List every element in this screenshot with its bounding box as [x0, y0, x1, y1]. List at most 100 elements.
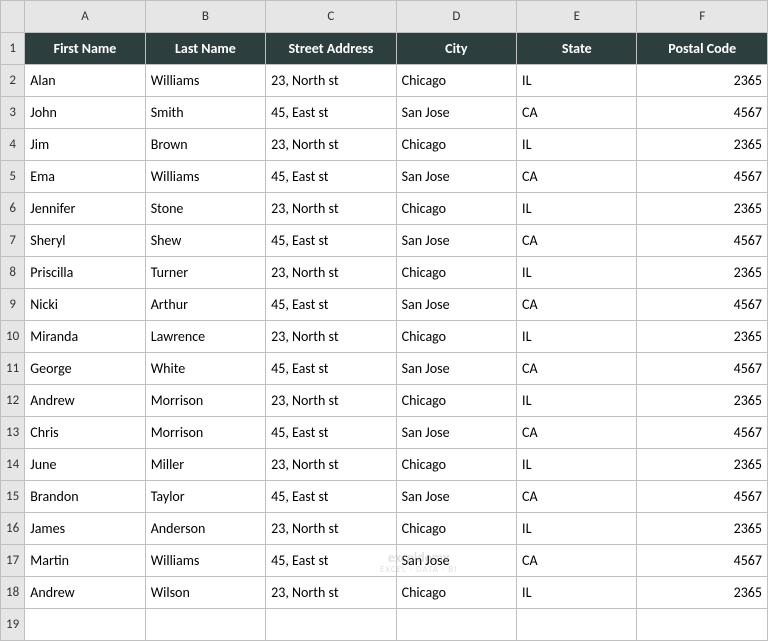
row-number-16[interactable]: 16: [1, 513, 25, 545]
cell-A4[interactable]: Jim: [25, 129, 145, 161]
cell-F7[interactable]: 4567: [637, 225, 768, 257]
cell-C8[interactable]: 23, North st: [266, 257, 396, 289]
cell-C18[interactable]: 23, North st: [266, 577, 396, 609]
cell-F4[interactable]: 2365: [637, 129, 768, 161]
row-number-14[interactable]: 14: [1, 449, 25, 481]
row-number-13[interactable]: 13: [1, 417, 25, 449]
cell-E13[interactable]: CA: [517, 417, 637, 449]
cell-F5[interactable]: 4567: [637, 161, 768, 193]
cell-E7[interactable]: CA: [517, 225, 637, 257]
cell-E10[interactable]: IL: [517, 321, 637, 353]
cell-E17[interactable]: CA: [517, 545, 637, 577]
cell-C11[interactable]: 45, East st: [266, 353, 396, 385]
row-number-5[interactable]: 5: [1, 161, 25, 193]
cell-E11[interactable]: CA: [517, 353, 637, 385]
row-number-18[interactable]: 18: [1, 577, 25, 609]
cell-A11[interactable]: George: [25, 353, 145, 385]
cell-C13[interactable]: 45, East st: [266, 417, 396, 449]
cell-C17[interactable]: 45, East st: [266, 545, 396, 577]
cell-A12[interactable]: Andrew: [25, 385, 145, 417]
row-number-12[interactable]: 12: [1, 385, 25, 417]
cell-F9[interactable]: 4567: [637, 289, 768, 321]
cell-F6[interactable]: 2365: [637, 193, 768, 225]
cell-A18[interactable]: Andrew: [25, 577, 145, 609]
cell-B11[interactable]: White: [145, 353, 265, 385]
cell-B17[interactable]: Williams: [145, 545, 265, 577]
col-letter-C[interactable]: C: [266, 1, 396, 33]
cell-A13[interactable]: Chris: [25, 417, 145, 449]
cell-F19[interactable]: [637, 609, 768, 641]
col-letter-D[interactable]: D: [396, 1, 516, 33]
cell-A17[interactable]: Martin: [25, 545, 145, 577]
cell-F11[interactable]: 4567: [637, 353, 768, 385]
cell-D9[interactable]: San Jose: [396, 289, 516, 321]
cell-F14[interactable]: 2365: [637, 449, 768, 481]
cell-B5[interactable]: Williams: [145, 161, 265, 193]
row-number-11[interactable]: 11: [1, 353, 25, 385]
cell-D14[interactable]: Chicago: [396, 449, 516, 481]
cell-B6[interactable]: Stone: [145, 193, 265, 225]
cell-F13[interactable]: 4567: [637, 417, 768, 449]
cell-B4[interactable]: Brown: [145, 129, 265, 161]
cell-D4[interactable]: Chicago: [396, 129, 516, 161]
cell-E5[interactable]: CA: [517, 161, 637, 193]
cell-E16[interactable]: IL: [517, 513, 637, 545]
cell-C3[interactable]: 45, East st: [266, 97, 396, 129]
cell-D16[interactable]: Chicago: [396, 513, 516, 545]
cell-B12[interactable]: Morrison: [145, 385, 265, 417]
cell-C16[interactable]: 23, North st: [266, 513, 396, 545]
cell-E18[interactable]: IL: [517, 577, 637, 609]
cell-A9[interactable]: Nicki: [25, 289, 145, 321]
corner-cell[interactable]: [1, 1, 25, 33]
cell-D12[interactable]: Chicago: [396, 385, 516, 417]
cell-A14[interactable]: June: [25, 449, 145, 481]
cell-D18[interactable]: Chicago: [396, 577, 516, 609]
cell-C12[interactable]: 23, North st: [266, 385, 396, 417]
cell-C14[interactable]: 23, North st: [266, 449, 396, 481]
cell-D5[interactable]: San Jose: [396, 161, 516, 193]
cell-E3[interactable]: CA: [517, 97, 637, 129]
cell-A16[interactable]: James: [25, 513, 145, 545]
cell-C2[interactable]: 23, North st: [266, 65, 396, 97]
row-number-7[interactable]: 7: [1, 225, 25, 257]
cell-B2[interactable]: Williams: [145, 65, 265, 97]
cell-B8[interactable]: Turner: [145, 257, 265, 289]
cell-C5[interactable]: 45, East st: [266, 161, 396, 193]
cell-B13[interactable]: Morrison: [145, 417, 265, 449]
cell-A3[interactable]: John: [25, 97, 145, 129]
row-number-4[interactable]: 4: [1, 129, 25, 161]
cell-F17[interactable]: 4567: [637, 545, 768, 577]
header-cell-A[interactable]: First Name: [25, 33, 145, 65]
cell-C4[interactable]: 23, North st: [266, 129, 396, 161]
cell-A19[interactable]: [25, 609, 145, 641]
cell-B18[interactable]: Wilson: [145, 577, 265, 609]
cell-E4[interactable]: IL: [517, 129, 637, 161]
cell-C19[interactable]: [266, 609, 396, 641]
cell-D7[interactable]: San Jose: [396, 225, 516, 257]
cell-D19[interactable]: [396, 609, 516, 641]
row-number-10[interactable]: 10: [1, 321, 25, 353]
row-number-15[interactable]: 15: [1, 481, 25, 513]
cell-D10[interactable]: Chicago: [396, 321, 516, 353]
cell-B19[interactable]: [145, 609, 265, 641]
row-number-8[interactable]: 8: [1, 257, 25, 289]
col-letter-B[interactable]: B: [145, 1, 265, 33]
col-letter-E[interactable]: E: [517, 1, 637, 33]
cell-F10[interactable]: 2365: [637, 321, 768, 353]
cell-B16[interactable]: Anderson: [145, 513, 265, 545]
header-cell-C[interactable]: Street Address: [266, 33, 396, 65]
row-number-2[interactable]: 2: [1, 65, 25, 97]
cell-B14[interactable]: Miller: [145, 449, 265, 481]
cell-C10[interactable]: 23, North st: [266, 321, 396, 353]
cell-F18[interactable]: 2365: [637, 577, 768, 609]
cell-D11[interactable]: San Jose: [396, 353, 516, 385]
row-number-19[interactable]: 19: [1, 609, 25, 641]
cell-B9[interactable]: Arthur: [145, 289, 265, 321]
header-cell-F[interactable]: Postal Code: [637, 33, 768, 65]
header-cell-E[interactable]: State: [517, 33, 637, 65]
cell-E2[interactable]: IL: [517, 65, 637, 97]
cell-C7[interactable]: 45, East st: [266, 225, 396, 257]
cell-F12[interactable]: 2365: [637, 385, 768, 417]
cell-E9[interactable]: CA: [517, 289, 637, 321]
cell-B3[interactable]: Smith: [145, 97, 265, 129]
